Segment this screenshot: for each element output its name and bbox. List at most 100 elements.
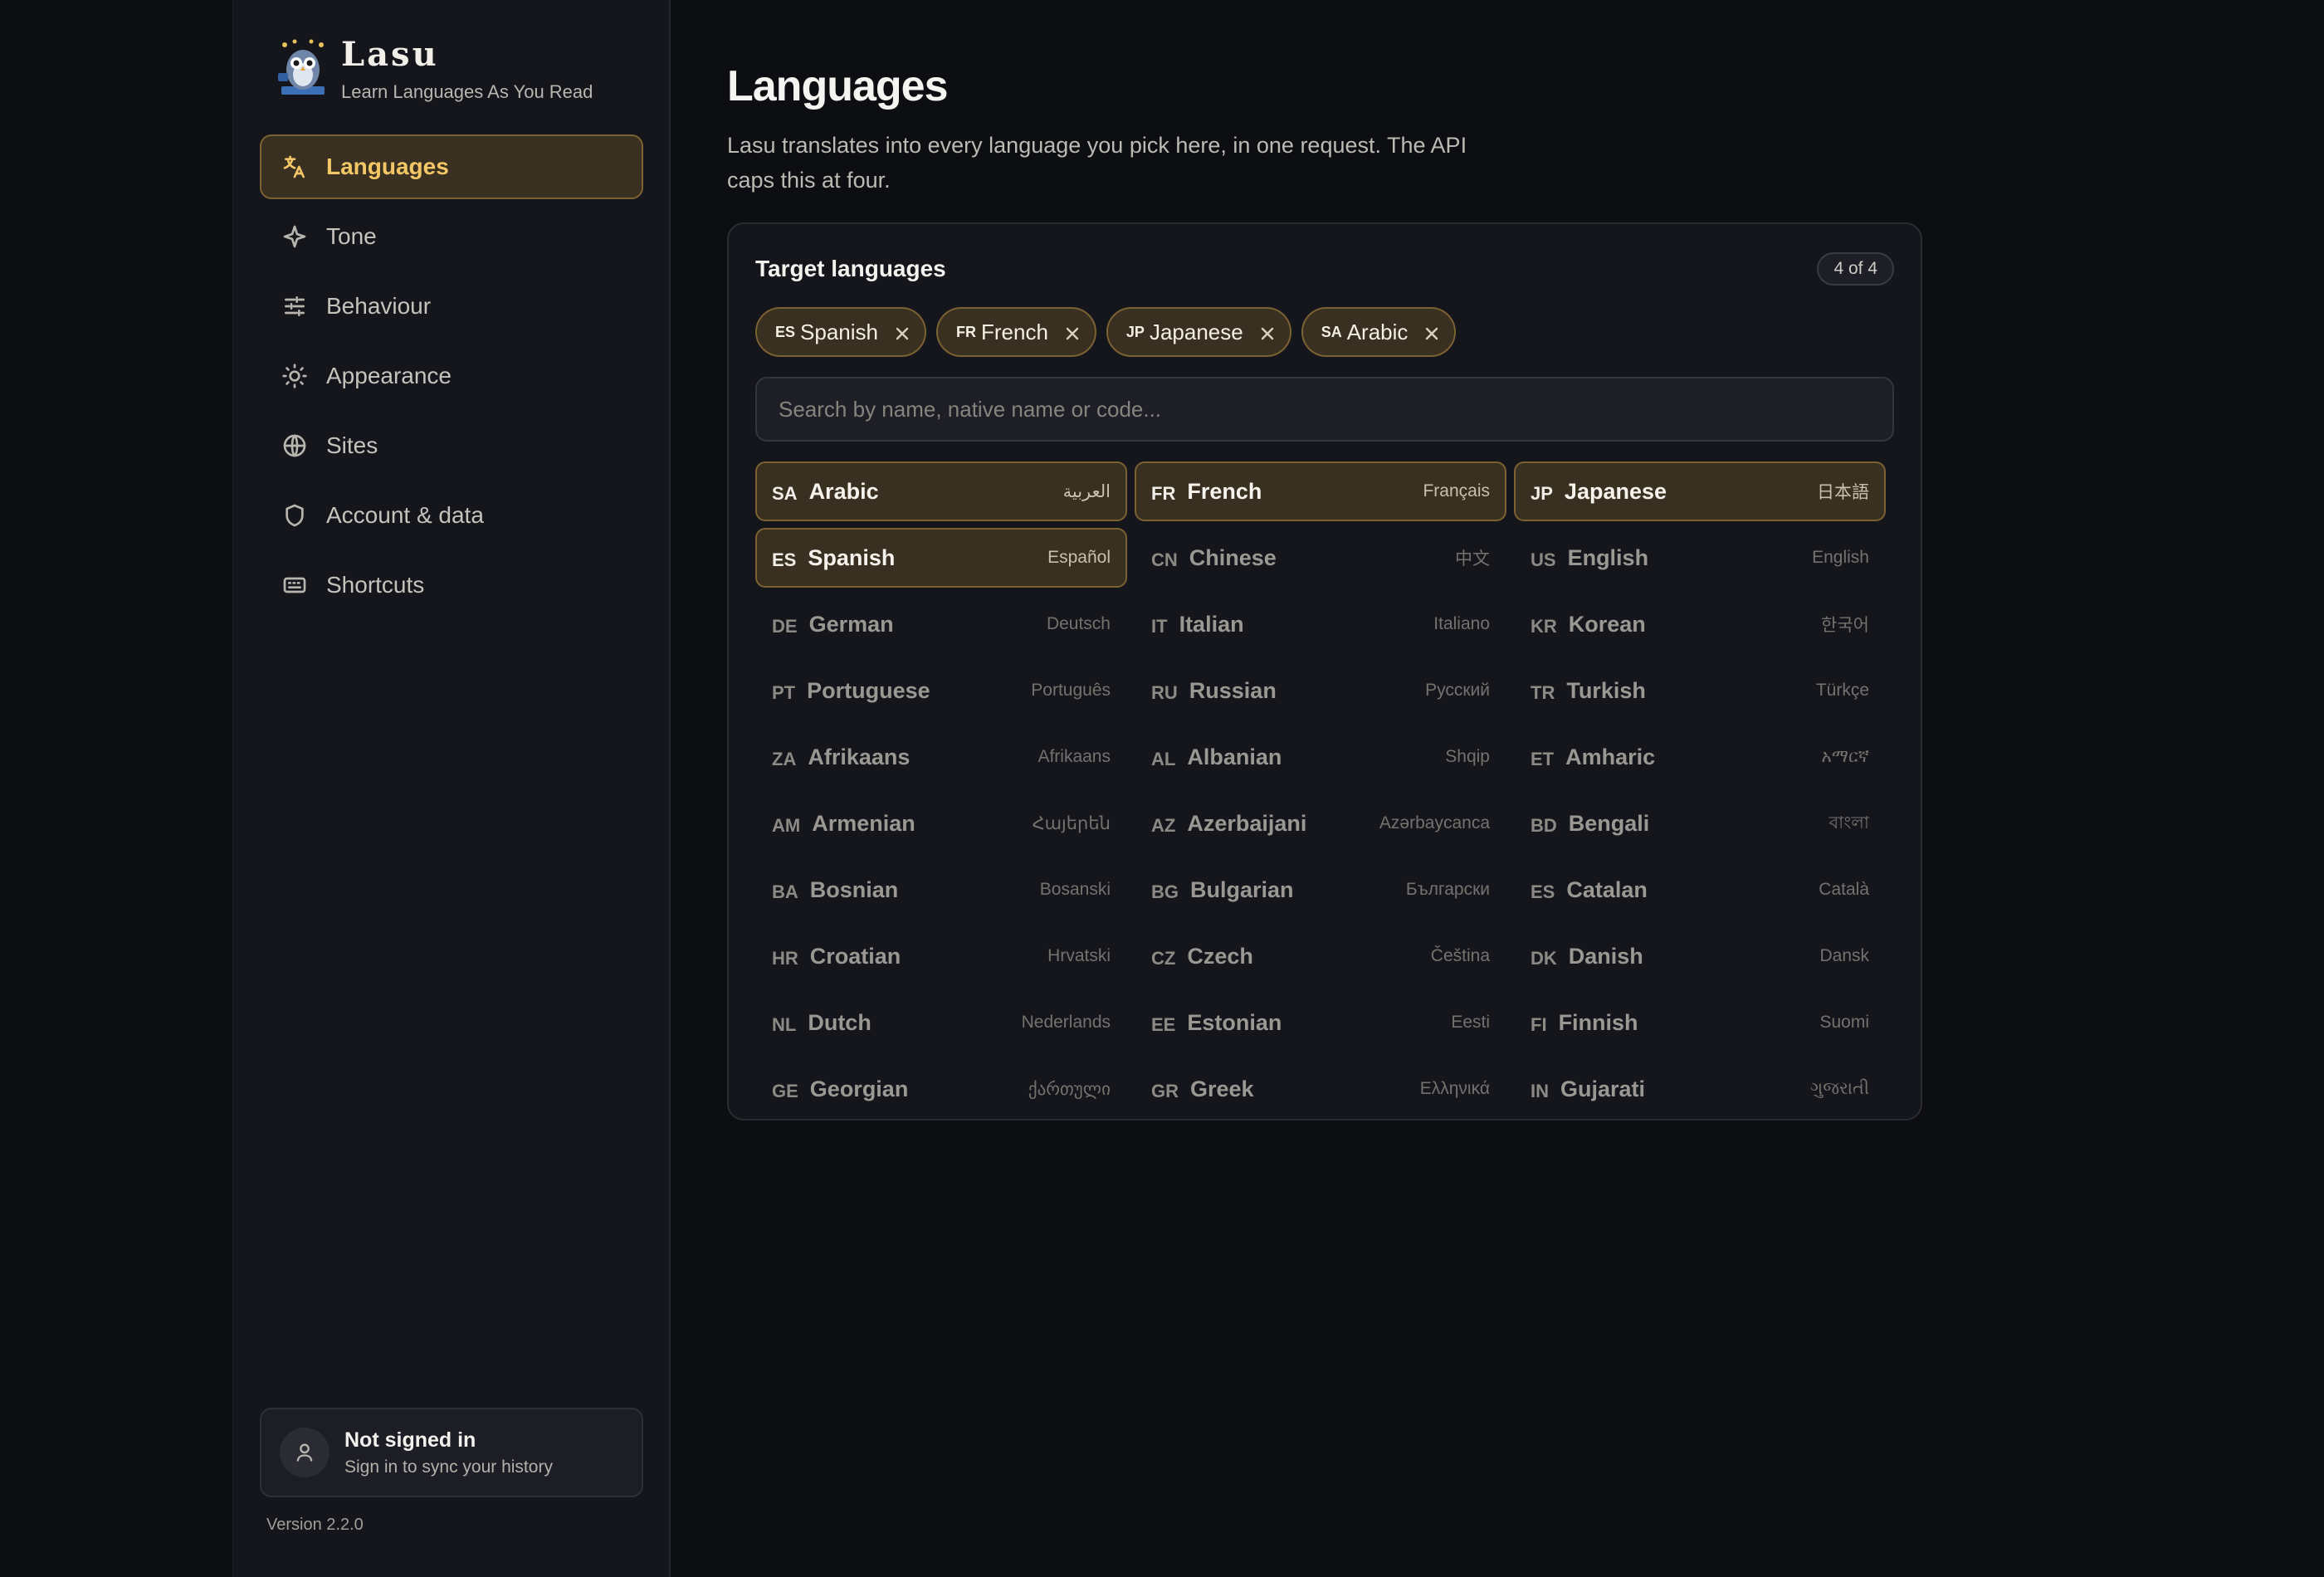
language-code: BG — [1151, 881, 1179, 902]
language-native-name: Shqip — [1445, 747, 1490, 766]
language-option[interactable]: GE Georgian ქართული — [755, 1059, 1127, 1119]
sign-in-card[interactable]: Not signed in Sign in to sync your histo… — [260, 1408, 643, 1497]
version-label: Version 2.2.0 — [266, 1516, 364, 1534]
language-name: Albanian — [1187, 744, 1282, 769]
language-option[interactable]: CZ Czech Čeština — [1135, 926, 1506, 986]
language-native-name: Հայերեն — [1032, 813, 1111, 833]
avatar — [280, 1428, 330, 1477]
language-option[interactable]: IN Gujarati ગુજરાતી — [1514, 1059, 1886, 1119]
remove-chip-close-icon[interactable] — [893, 323, 911, 341]
brand: Lasu Learn Languages As You Read — [276, 37, 593, 103]
language-native-name: Français — [1423, 481, 1490, 500]
sidebar-item-label: Account & data — [326, 502, 484, 528]
language-option[interactable]: HR Croatian Hrvatski — [755, 926, 1127, 986]
language-code: ZA — [772, 749, 797, 769]
language-option[interactable]: BG Bulgarian Български — [1135, 860, 1506, 920]
remove-chip-close-icon[interactable] — [1423, 323, 1441, 341]
language-option[interactable]: SA Arabic العربية — [755, 461, 1127, 521]
language-option[interactable]: BD Bengali বাংলা — [1514, 793, 1886, 853]
language-native-name: Afrikaans — [1038, 747, 1111, 766]
language-code: BA — [772, 881, 798, 902]
sidebar-item-label: Shortcuts — [326, 572, 425, 598]
language-code: ES — [1531, 881, 1555, 902]
language-code: HR — [772, 948, 798, 969]
language-option[interactable]: PT Portuguese Português — [755, 661, 1127, 720]
language-native-name: Български — [1405, 880, 1490, 899]
language-code: IT — [1151, 616, 1168, 637]
language-native-name: ქართული — [1028, 1079, 1111, 1099]
language-option[interactable]: FR French Français — [1135, 461, 1506, 521]
chip-code: JP — [1125, 323, 1145, 340]
language-option[interactable]: IT Italian Italiano — [1135, 594, 1506, 654]
language-code: CN — [1151, 549, 1178, 570]
language-native-name: العربية — [1062, 481, 1111, 501]
language-name: Croatian — [809, 943, 901, 969]
language-code: ET — [1531, 749, 1555, 769]
sidebar-item-languages[interactable]: Languages — [260, 134, 643, 199]
language-option[interactable]: TR Turkish Türkçe — [1514, 661, 1886, 720]
chip-code: SA — [1321, 323, 1342, 340]
selected-chip: SA Arabic — [1301, 307, 1457, 357]
language-name: Arabic — [808, 478, 879, 504]
language-native-name: Hrvatski — [1047, 946, 1111, 965]
language-option[interactable]: CN Chinese 中文 — [1135, 528, 1506, 588]
language-name: Portuguese — [807, 677, 930, 703]
language-option[interactable]: ES Catalan Català — [1514, 860, 1886, 920]
sidebar-item-label: Languages — [326, 154, 449, 179]
language-option[interactable]: US English English — [1514, 528, 1886, 588]
language-option[interactable]: ZA Afrikaans Afrikaans — [755, 727, 1127, 787]
language-option[interactable]: DK Danish Dansk — [1514, 926, 1886, 986]
language-code: FR — [1151, 483, 1176, 504]
chip-label: Japanese — [1149, 319, 1243, 344]
language-option[interactable]: RU Russian Русский — [1135, 661, 1506, 720]
sidebar-item-label: Behaviour — [326, 293, 432, 319]
language-option[interactable]: ES Spanish Español — [755, 528, 1127, 588]
language-native-name: বাংলা — [1828, 813, 1869, 832]
sidebar-item-sites[interactable]: Sites — [260, 413, 643, 478]
sparkle-icon — [280, 222, 310, 251]
language-option[interactable]: GR Greek Ελληνικά — [1135, 1059, 1506, 1119]
language-native-name: English — [1812, 548, 1869, 567]
language-name: Gujarati — [1560, 1076, 1646, 1101]
language-option[interactable]: KR Korean 한국어 — [1514, 594, 1886, 654]
language-name: Russian — [1189, 677, 1277, 703]
language-code: DK — [1531, 948, 1557, 969]
chip-code: ES — [775, 323, 796, 340]
sidebar-item-behaviour[interactable]: Behaviour — [260, 274, 643, 339]
sidebar-item-account[interactable]: Account & data — [260, 483, 643, 548]
language-code: NL — [772, 1014, 797, 1035]
language-option[interactable]: BA Bosnian Bosanski — [755, 860, 1127, 920]
language-code: CZ — [1151, 948, 1176, 969]
page-description: Lasu translates into every language you … — [727, 133, 1467, 193]
language-name: Catalan — [1566, 876, 1648, 902]
language-option[interactable]: ET Amharic አማርኛ — [1514, 727, 1886, 787]
language-name: Dutch — [808, 1009, 872, 1035]
remove-chip-close-icon[interactable] — [1258, 323, 1277, 341]
language-option[interactable]: DE German Deutsch — [755, 594, 1127, 654]
sidebar-item-tone[interactable]: Tone — [260, 204, 643, 269]
language-option[interactable]: AZ Azerbaijani Azərbaycanca — [1135, 793, 1506, 853]
sidebar-item-shortcuts[interactable]: Shortcuts — [260, 553, 643, 618]
language-code: TR — [1531, 682, 1555, 703]
language-code: GR — [1151, 1081, 1179, 1101]
sidebar-item-appearance[interactable]: Appearance — [260, 344, 643, 408]
selected-chip: JP Japanese — [1106, 307, 1291, 357]
language-code: EE — [1151, 1014, 1176, 1035]
language-code: US — [1531, 549, 1556, 570]
remove-chip-close-icon[interactable] — [1063, 323, 1081, 341]
language-option[interactable]: AM Armenian Հայերեն — [755, 793, 1127, 853]
language-option[interactable]: AL Albanian Shqip — [1135, 727, 1506, 787]
language-native-name: Nederlands — [1021, 1013, 1111, 1032]
language-native-name: Deutsch — [1046, 614, 1111, 633]
chip-label: Arabic — [1346, 319, 1409, 344]
settings-app: Lasu Learn Languages As You Read Languag… — [0, 0, 2324, 1577]
sidebar: Lasu Learn Languages As You Read Languag… — [232, 0, 671, 1577]
language-code: AZ — [1151, 815, 1176, 836]
language-option[interactable]: FI Finnish Suomi — [1514, 993, 1886, 1052]
language-option[interactable]: EE Estonian Eesti — [1135, 993, 1506, 1052]
language-search-input[interactable] — [755, 377, 1894, 442]
language-name: Bengali — [1568, 810, 1650, 836]
language-option[interactable]: NL Dutch Nederlands — [755, 993, 1127, 1052]
language-option[interactable]: JP Japanese 日本語 — [1514, 461, 1886, 521]
page-title: Languages — [727, 62, 948, 110]
